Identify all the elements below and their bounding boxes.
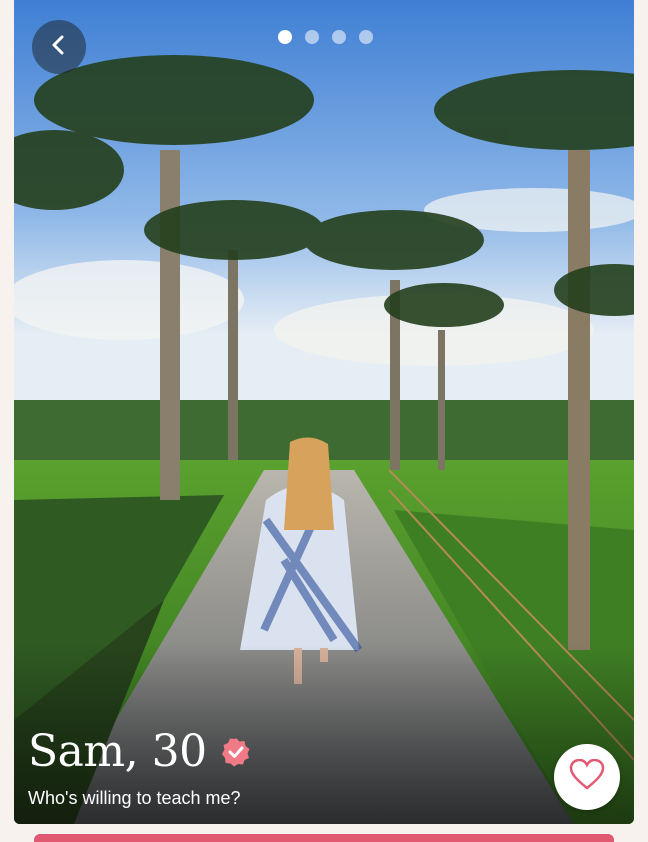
verified-badge-icon xyxy=(221,737,251,767)
profile-card: Sam, 30 Who's willing to teach me? xyxy=(14,0,634,824)
pagination-dot[interactable] xyxy=(305,30,319,44)
pagination-dot[interactable] xyxy=(359,30,373,44)
profile-prompt: Who's willing to teach me? xyxy=(28,788,241,808)
profile-name-age: Sam, 30 xyxy=(28,726,207,777)
pagination-dot[interactable] xyxy=(332,30,346,44)
chevron-left-icon xyxy=(48,34,70,61)
bottom-action-strip xyxy=(34,834,614,842)
back-button[interactable] xyxy=(32,20,86,74)
like-button[interactable] xyxy=(554,744,620,810)
profile-header: Sam, 30 xyxy=(28,726,251,777)
pagination-dot[interactable] xyxy=(278,30,292,44)
photo-pagination xyxy=(278,30,373,44)
heart-icon xyxy=(569,758,605,796)
